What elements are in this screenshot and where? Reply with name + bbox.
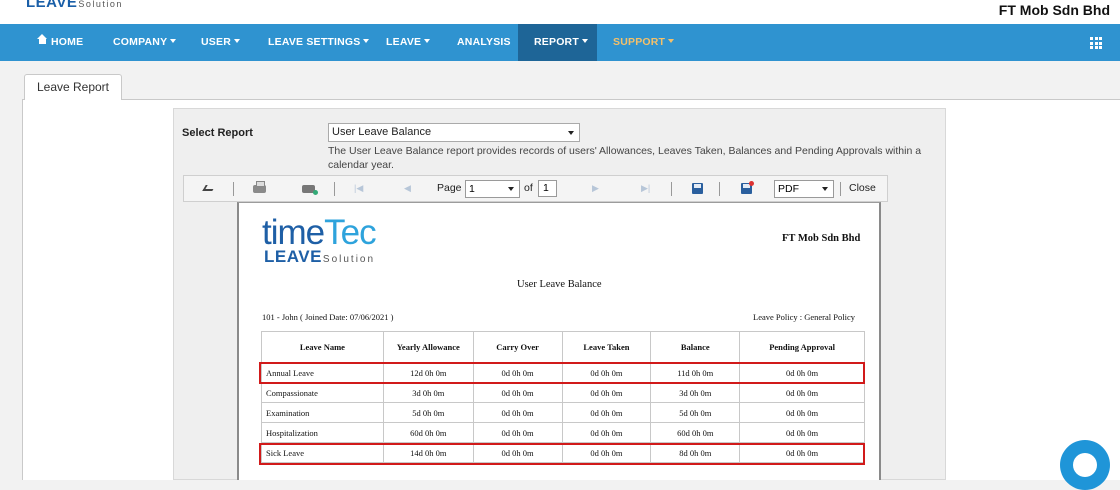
company-name: FT Mob Sdn Bhd	[998, 2, 1110, 18]
table-cell: 60d 0h 0m	[650, 422, 741, 443]
toolbar-divider	[719, 182, 720, 196]
logo-sub-text: Solution	[78, 0, 123, 9]
logo-main-text: LEAVE	[26, 0, 78, 11]
app-logo[interactable]: LEAVESolution	[26, 0, 123, 11]
table-cell: 3d 0h 0m	[650, 382, 741, 403]
table-row: Hospitalization 60d 0h 0m 0d 0h 0m 0d 0h…	[261, 422, 865, 443]
column-header: Yearly Allowance	[382, 331, 474, 363]
report-title: User Leave Balance	[517, 279, 602, 290]
column-header: Leave Taken	[561, 331, 652, 363]
table-cell: 3d 0h 0m	[382, 382, 474, 403]
column-header: Carry Over	[472, 331, 563, 363]
highlight-annual-leave-row	[259, 362, 865, 384]
report-select-value: User Leave Balance	[332, 126, 432, 138]
table-cell: 0d 0h 0m	[739, 402, 865, 423]
nav-leave-settings-label: LEAVE SETTINGS	[268, 36, 361, 48]
page-select-value: 1	[469, 183, 475, 195]
nav-analysis[interactable]: ANALYSIS	[457, 24, 511, 61]
chevron-down-icon	[822, 187, 828, 191]
table-cell: 60d 0h 0m	[382, 422, 474, 443]
select-report-label: Select Report	[182, 127, 253, 139]
table-cell: Hospitalization	[261, 422, 384, 443]
table-cell: 0d 0h 0m	[472, 382, 563, 403]
nav-home[interactable]: HOME	[37, 24, 84, 61]
table-cell: 0d 0h 0m	[561, 422, 652, 443]
page-select[interactable]: 1	[465, 180, 520, 198]
table-cell: 0d 0h 0m	[739, 382, 865, 403]
back-to-parent-icon[interactable]	[202, 185, 216, 191]
toolbar-divider	[334, 182, 335, 196]
previous-page-icon[interactable]: ◀	[404, 176, 411, 201]
report-company-name: FT Mob Sdn Bhd	[782, 233, 861, 244]
table-cell: Examination	[261, 402, 384, 423]
nav-home-label: HOME	[51, 36, 84, 48]
table-cell: 0d 0h 0m	[561, 402, 652, 423]
table-cell: Compassionate	[261, 382, 384, 403]
report-leave-policy: Leave Policy : General Policy	[753, 312, 855, 322]
chevron-down-icon	[508, 187, 514, 191]
page-label: Page	[437, 182, 462, 194]
table-cell: 0d 0h 0m	[472, 422, 563, 443]
nav-company-label: COMPANY	[113, 36, 168, 48]
nav-report-label: REPORT	[534, 36, 579, 48]
top-bar: LEAVESolution FT Mob Sdn Bhd	[0, 0, 1120, 24]
tab-leave-report[interactable]: Leave Report	[24, 74, 122, 100]
report-toolbar: |◀ ◀ Page 1 of 1 ▶ ▶| PDF Close	[183, 175, 888, 202]
table-cell: 0d 0h 0m	[739, 422, 865, 443]
table-cell: 0d 0h 0m	[472, 402, 563, 423]
last-page-icon[interactable]: ▶|	[641, 176, 650, 201]
save-icon[interactable]	[692, 183, 703, 194]
of-label: of	[524, 182, 533, 194]
print-icon[interactable]	[253, 181, 266, 193]
chevron-down-icon	[581, 39, 588, 43]
chevron-down-icon	[233, 39, 240, 43]
highlight-sick-leave-row	[259, 443, 865, 465]
chevron-down-icon	[568, 131, 574, 135]
column-header: Balance	[650, 331, 741, 363]
chevron-down-icon	[363, 39, 370, 43]
next-page-icon[interactable]: ▶	[592, 176, 599, 201]
table-cell: 5d 0h 0m	[650, 402, 741, 423]
report-description: The User Leave Balance report provides r…	[328, 145, 922, 171]
main-nav: HOME COMPANY USER LEAVE SETTINGS LEAVE A…	[0, 24, 1120, 61]
nav-leave-label: LEAVE	[386, 36, 422, 48]
chat-icon[interactable]	[1060, 440, 1110, 490]
export-icon[interactable]	[741, 181, 754, 194]
column-header: Leave Name	[261, 331, 384, 363]
table-cell: 5d 0h 0m	[382, 402, 474, 423]
chevron-down-icon	[170, 39, 177, 43]
report-user-info: 101 - John ( Joined Date: 07/06/2021 )	[262, 312, 394, 322]
table-row: Examination 5d 0h 0m 0d 0h 0m 0d 0h 0m 5…	[261, 402, 865, 423]
nav-user-label: USER	[201, 36, 231, 48]
toolbar-divider	[840, 182, 841, 196]
table-header-row: Leave Name Yearly Allowance Carry Over L…	[261, 331, 865, 363]
chevron-down-icon	[424, 39, 431, 43]
first-page-icon[interactable]: |◀	[354, 176, 363, 201]
home-icon	[37, 34, 47, 46]
nav-support[interactable]: SUPPORT	[613, 24, 675, 61]
nav-leave[interactable]: LEAVE	[386, 24, 431, 61]
print-preview-icon[interactable]	[302, 185, 318, 195]
total-pages: 1	[538, 180, 557, 197]
timetec-leave-logo: LEAVESolution	[264, 247, 376, 266]
nav-report[interactable]: REPORT	[518, 24, 597, 61]
export-format-value: PDF	[778, 183, 799, 195]
apps-grid-icon[interactable]	[1090, 37, 1102, 49]
table-cell: 0d 0h 0m	[561, 382, 652, 403]
chevron-down-icon	[668, 39, 675, 43]
export-format-select[interactable]: PDF	[774, 180, 834, 198]
close-button[interactable]: Close	[849, 176, 876, 201]
nav-user[interactable]: USER	[201, 24, 240, 61]
nav-analysis-label: ANALYSIS	[457, 36, 511, 48]
nav-company[interactable]: COMPANY	[113, 24, 177, 61]
report-select[interactable]: User Leave Balance	[328, 123, 580, 142]
nav-leave-settings[interactable]: LEAVE SETTINGS	[268, 24, 370, 61]
toolbar-divider	[233, 182, 234, 196]
column-header: Pending Approval	[739, 331, 865, 363]
nav-support-label: SUPPORT	[613, 36, 666, 48]
table-row: Compassionate 3d 0h 0m 0d 0h 0m 0d 0h 0m…	[261, 382, 865, 403]
toolbar-divider	[671, 182, 672, 196]
